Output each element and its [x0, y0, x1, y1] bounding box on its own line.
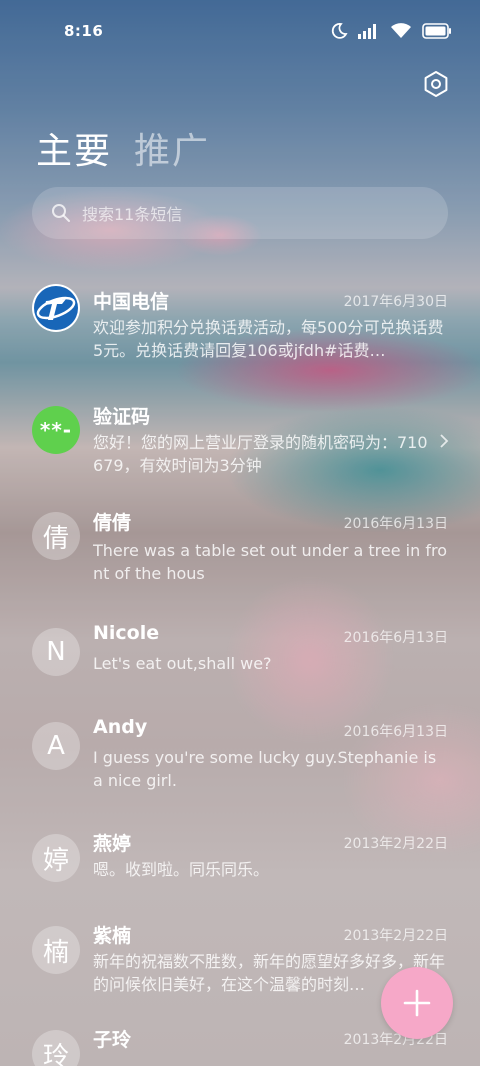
conversation-item[interactable]: **- 验证码 您好！您的网上营业厅登录的随机密码为：710679，有效时间为3…	[0, 384, 480, 496]
conversation-item[interactable]: N Nicole 2016年6月13日 Let's eat out,shall …	[0, 622, 480, 716]
conversation-item[interactable]: 倩 倩倩 2016年6月13日 There was a table set ou…	[0, 496, 480, 624]
search-icon	[52, 204, 70, 222]
contact-avatar: N	[32, 628, 80, 676]
conversation-name: Nicole	[93, 622, 160, 644]
conversation-date: 2016年6月13日	[343, 630, 448, 646]
status-bar: 8:16	[0, 0, 480, 62]
conversation-date: 2013年2月22日	[343, 836, 448, 852]
conversation-name: Andy	[93, 716, 148, 738]
conversation-item[interactable]: A Andy 2016年6月13日 I guess you're some lu…	[0, 716, 480, 832]
conversation-name: 验证码	[93, 406, 151, 428]
conversation-date: 2016年6月13日	[343, 516, 448, 532]
status-time: 8:16	[64, 22, 104, 40]
conversation-item[interactable]: 玲 子玲 2013年2月22日	[0, 1029, 480, 1066]
conversation-date: 2017年6月30日	[343, 294, 448, 310]
conversation-preview: There was a table set out under a tree i…	[93, 541, 447, 583]
search-bar[interactable]: 搜索11条短信	[32, 187, 448, 239]
contact-avatar: 倩	[32, 512, 80, 560]
verification-code-avatar: **-	[32, 406, 80, 454]
chevron-right-icon	[440, 434, 449, 448]
telecom-logo-avatar	[32, 284, 80, 332]
conversation-date: 2013年2月22日	[343, 928, 448, 944]
moon-icon	[331, 23, 348, 39]
contact-avatar: A	[32, 722, 80, 770]
settings-icon	[424, 71, 448, 97]
contact-avatar: 玲	[32, 1030, 80, 1066]
conversation-item[interactable]: 中国电信 2017年6月30日 欢迎参加积分兑换话费活动，每500分可兑换话费5…	[0, 278, 480, 384]
telecom-logo-icon	[34, 286, 78, 330]
conversation-date: 2016年6月13日	[343, 724, 448, 740]
wifi-icon	[391, 23, 411, 38]
conversation-preview: 欢迎参加积分兑换话费活动，每500分可兑换话费5元。兑换话费请回复106或jfd…	[93, 318, 444, 360]
conversation-item[interactable]: 婷 燕婷 2013年2月22日 嗯。收到啦。同乐同乐。	[0, 832, 480, 924]
conversation-list: 中国电信 2017年6月30日 欢迎参加积分兑换话费活动，每500分可兑换话费5…	[0, 278, 480, 1066]
tab-primary[interactable]: 主要	[36, 122, 112, 174]
signal-icon	[358, 24, 376, 39]
conversation-name: 倩倩	[93, 512, 132, 534]
plus-icon	[403, 989, 431, 1017]
conversation-name: 子玲	[93, 1029, 132, 1051]
conversation-preview: 嗯。收到啦。同乐同乐。	[93, 860, 270, 879]
conversation-name: 燕婷	[93, 833, 132, 855]
new-message-button[interactable]	[381, 967, 453, 1039]
contact-avatar: 楠	[32, 926, 80, 974]
tab-promotions[interactable]: 推广	[134, 122, 210, 174]
search-placeholder: 搜索11条短信	[82, 205, 183, 224]
battery-icon	[422, 23, 451, 39]
conversation-name: 紫楠	[93, 925, 132, 947]
status-icons	[330, 22, 452, 40]
settings-button[interactable]	[420, 68, 452, 100]
contact-avatar: 婷	[32, 834, 80, 882]
conversation-preview: Let's eat out,shall we?	[93, 654, 272, 673]
tab-bar: 主要 推广	[36, 122, 210, 174]
conversation-preview: I guess you're some lucky guy.Stephanie …	[93, 748, 437, 790]
conversation-preview: 您好！您的网上营业厅登录的随机密码为：710679，有效时间为3分钟	[93, 433, 428, 475]
conversation-name: 中国电信	[93, 291, 170, 313]
